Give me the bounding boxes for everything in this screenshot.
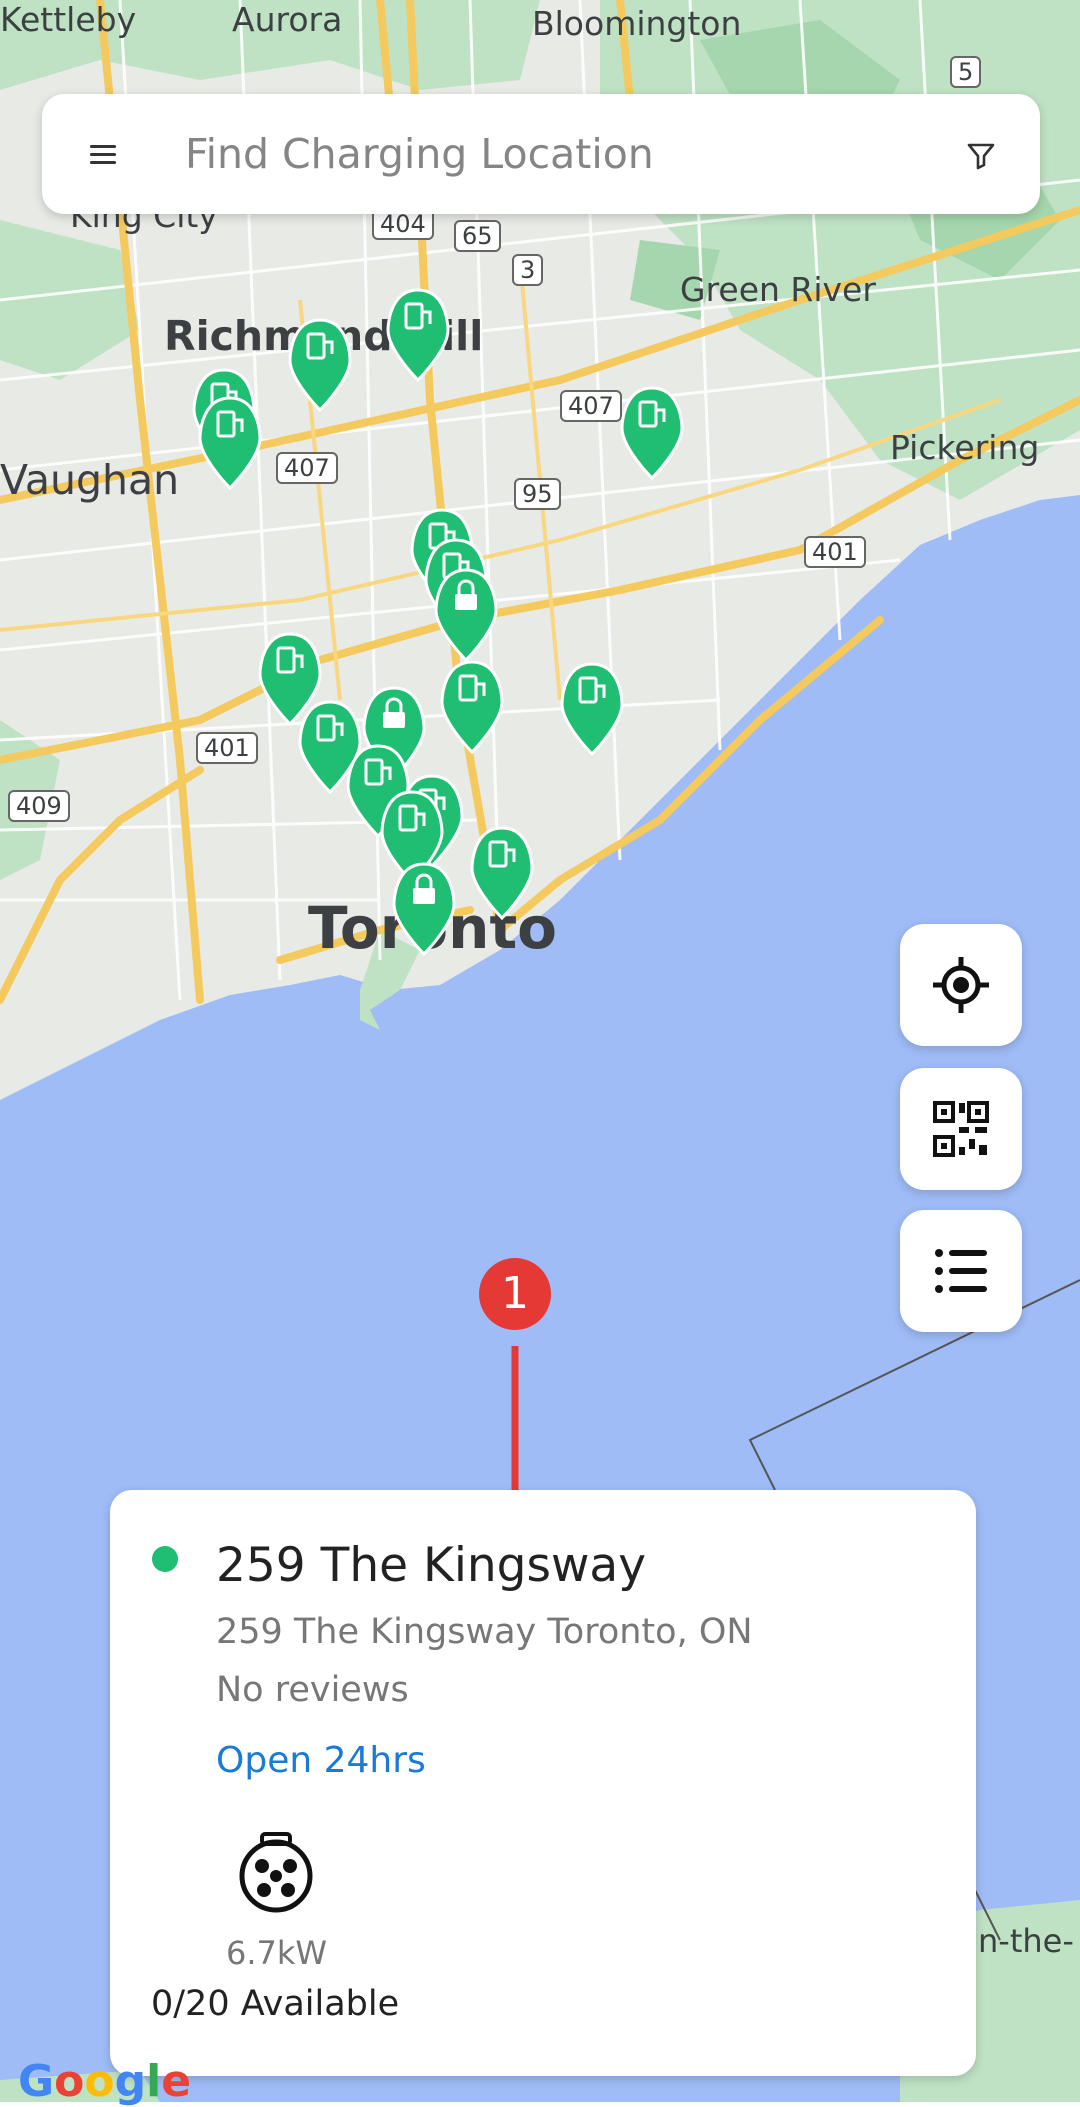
connector-availability: 0/20 Available xyxy=(151,1984,400,2024)
station-address: 259 The Kingsway Toronto, ON xyxy=(216,1612,753,1652)
google-logo: Google xyxy=(18,2056,192,2107)
station-status-dot xyxy=(152,1546,178,1572)
connector-power: 6.7kW xyxy=(226,1934,328,1972)
station-name: 259 The Kingsway xyxy=(216,1538,647,1593)
annotation-badge-number: 1 xyxy=(501,1268,529,1319)
station-hours-link[interactable]: Open 24hrs xyxy=(216,1740,426,1781)
ev-connector-icon xyxy=(239,1832,313,1913)
station-reviews: No reviews xyxy=(216,1670,409,1710)
